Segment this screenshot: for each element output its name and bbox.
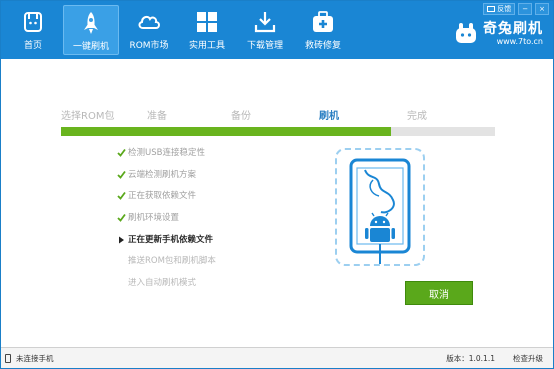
check-icon — [117, 191, 126, 201]
nav-home[interactable]: 首页 — [5, 5, 61, 55]
version-label: 版本：1.0.1.1 — [446, 354, 495, 363]
task-label: 推送ROM包和刷机脚本 — [128, 256, 216, 267]
task-label: 正在更新手机依赖文件 — [128, 234, 214, 245]
step-select-rom: 选择ROM包 — [61, 111, 115, 122]
nav-one-click-flash[interactable]: 一键刷机 — [63, 5, 119, 55]
brand-logo: 奇兔刷机 www.7to.cn — [453, 21, 543, 46]
nav-download-manager[interactable]: 下载管理 — [237, 5, 293, 55]
phone-icon — [5, 354, 11, 363]
task-item: 检测USB连接稳定性 — [117, 147, 216, 169]
nav-brick-repair[interactable]: 救砖修复 — [295, 5, 351, 55]
nav-one-click-flash-label: 一键刷机 — [72, 42, 109, 52]
feedback-label: 反馈 — [497, 5, 512, 13]
connection-status-label: 未连接手机 — [16, 354, 54, 363]
status-bar: 未连接手机 版本：1.0.1.1 检查升级 — [1, 347, 553, 368]
task-item: 正在获取依赖文件 — [117, 190, 216, 212]
progress-bar — [61, 127, 495, 136]
brand-url: www.7to.cn — [496, 37, 543, 46]
nav-rom-market-label: ROM市场 — [129, 41, 169, 51]
progress-fill — [61, 127, 391, 136]
task-item: 云端检测刷机方案 — [117, 169, 216, 191]
nav-utilities-label: 实用工具 — [188, 41, 225, 51]
nav-utilities[interactable]: 实用工具 — [179, 5, 235, 55]
window-controls: 反馈 − × — [483, 3, 549, 15]
step-prepare: 准备 — [147, 111, 167, 122]
download-icon — [254, 12, 276, 33]
step-complete: 完成 — [407, 111, 427, 122]
step-indicator: 选择ROM包 准备 备份 刷机 完成 — [61, 107, 495, 122]
rabbit-home-icon — [24, 12, 42, 32]
play-arrow-icon — [117, 235, 126, 245]
nav-download-manager-label: 下载管理 — [246, 41, 283, 51]
phone-illustration — [335, 148, 425, 266]
task-item: 刷机环境设置 — [117, 212, 216, 234]
brand-title: 奇兔刷机 — [483, 21, 543, 37]
nav-rom-market[interactable]: ROM市场 — [121, 5, 177, 55]
task-label: 正在获取依赖文件 — [128, 191, 197, 202]
connection-status: 未连接手机 — [5, 353, 54, 364]
app-window: 首页 一键刷机 ROM市场 实用工具 下载管理 救砖修复 反馈 − × 奇兔刷机… — [0, 0, 554, 369]
first-aid-icon — [313, 11, 333, 32]
task-label: 检测USB连接稳定性 — [128, 148, 205, 158]
mail-icon — [487, 6, 496, 12]
task-item: 进入自动刷机模式 — [117, 277, 216, 299]
rocket-icon — [84, 12, 98, 34]
nav-home-label: 首页 — [23, 41, 42, 51]
feedback-button[interactable]: 反馈 — [483, 3, 516, 15]
android-phone-icon — [349, 158, 411, 264]
task-item: 正在更新手机依赖文件 — [117, 234, 216, 256]
rabbit-logo-icon — [456, 22, 476, 43]
cloud-icon — [138, 15, 160, 29]
nav-brick-repair-label: 救砖修复 — [304, 41, 341, 51]
grid-icon — [197, 12, 217, 32]
check-icon — [117, 170, 126, 180]
task-label: 进入自动刷机模式 — [128, 278, 197, 289]
task-list: 检测USB连接稳定性 云端检测刷机方案 正在获取依赖文件 刷机环境设置 正在更新… — [117, 147, 216, 299]
task-label: 刷机环境设置 — [128, 213, 180, 224]
check-icon — [117, 213, 126, 223]
check-update-link[interactable]: 检查升级 — [513, 353, 543, 364]
step-flash: 刷机 — [319, 111, 339, 122]
status-right: 版本：1.0.1.1 检查升级 — [446, 353, 543, 364]
close-button[interactable]: × — [535, 3, 549, 15]
task-item: 推送ROM包和刷机脚本 — [117, 255, 216, 277]
main-nav: 首页 一键刷机 ROM市场 实用工具 下载管理 救砖修复 — [5, 5, 353, 55]
minimize-button[interactable]: − — [518, 3, 533, 15]
step-backup: 备份 — [231, 111, 251, 122]
header: 首页 一键刷机 ROM市场 实用工具 下载管理 救砖修复 反馈 − × 奇兔刷机… — [1, 1, 553, 59]
task-label: 云端检测刷机方案 — [128, 169, 197, 180]
cancel-button[interactable]: 取消 — [405, 281, 473, 305]
check-icon — [117, 148, 126, 158]
